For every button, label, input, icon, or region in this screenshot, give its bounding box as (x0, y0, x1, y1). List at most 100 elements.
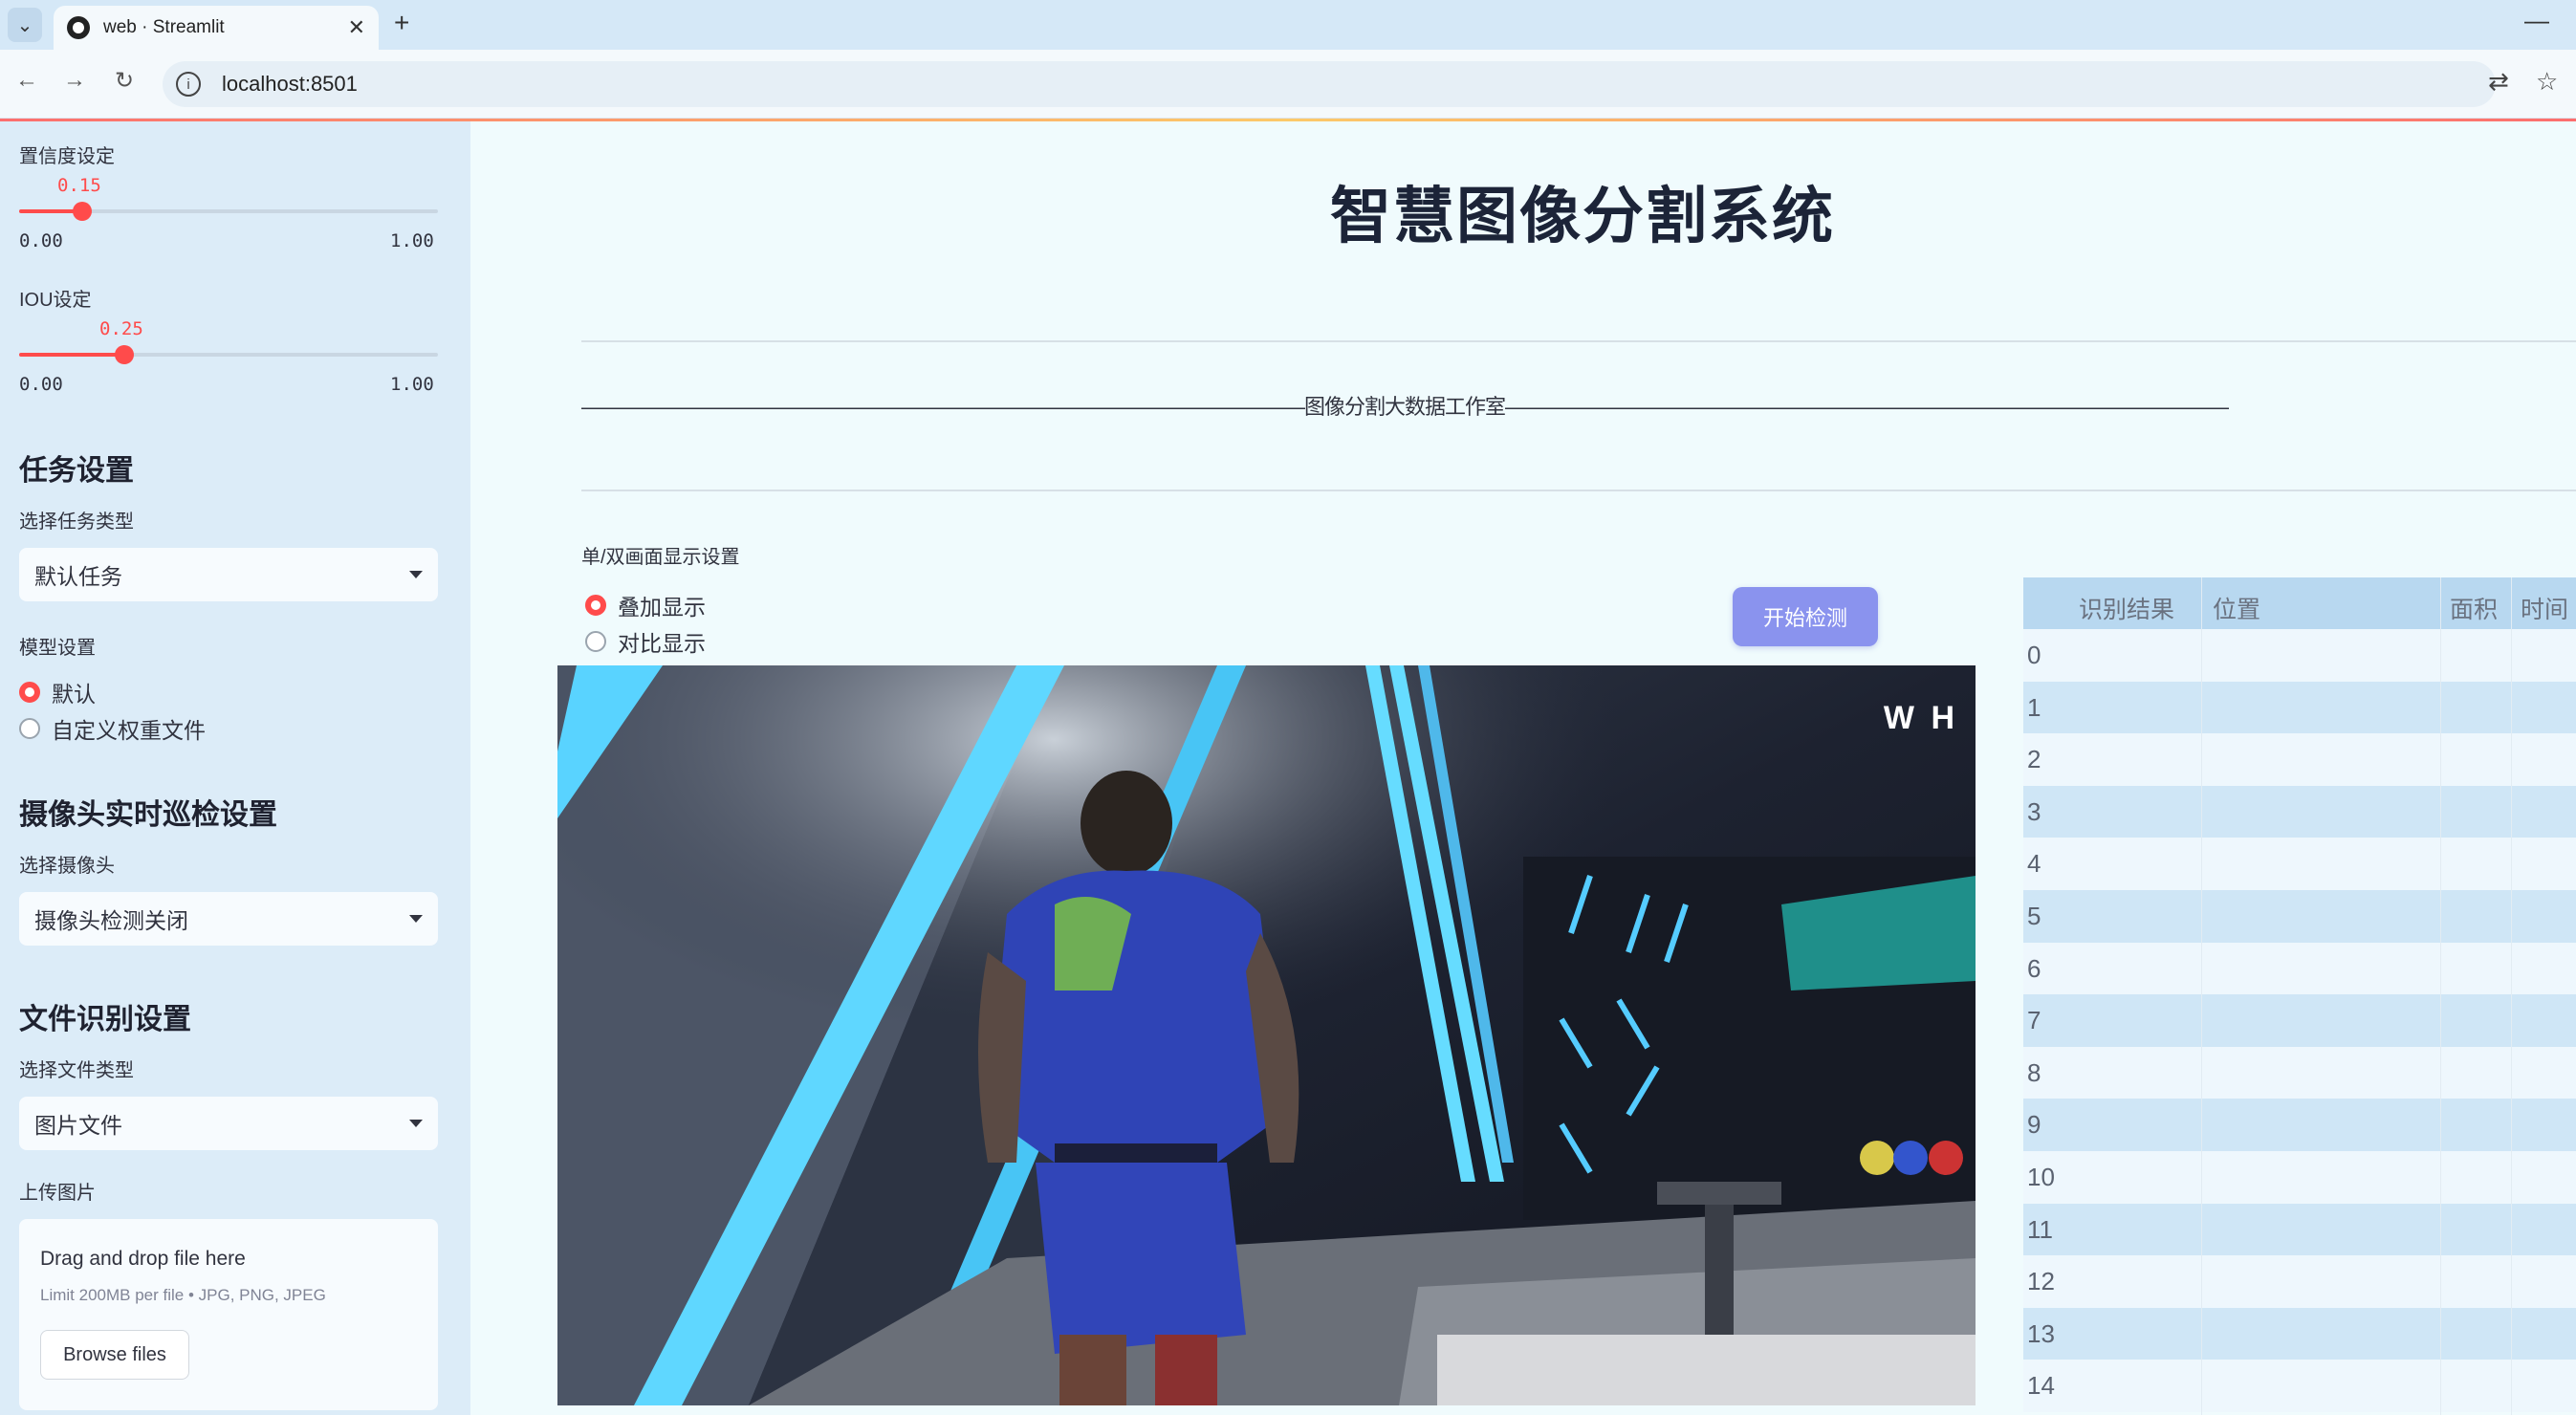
upload-label: 上传图片 (19, 1183, 96, 1204)
model-option-default[interactable]: 默认 (19, 676, 96, 708)
confidence-slider[interactable] (19, 202, 438, 221)
radio-selected-icon[interactable] (19, 682, 40, 703)
table-row[interactable]: 14 (2023, 1360, 2576, 1412)
chevron-down-icon (409, 915, 423, 923)
model-settings-label: 模型设置 (19, 638, 96, 659)
table-row[interactable]: 0 (2023, 629, 2576, 682)
translate-icon[interactable]: ⇄ (2488, 67, 2509, 97)
task-type-label: 选择任务类型 (19, 512, 134, 533)
radio-selected-icon[interactable] (585, 595, 606, 616)
browse-files-button[interactable]: Browse files (40, 1330, 189, 1380)
iou-label: IOU设定 (19, 290, 92, 311)
table-row[interactable]: 2 (2023, 733, 2576, 786)
table-row[interactable]: 5 (2023, 890, 2576, 943)
table-header: 识别结果 位置 面积 时间 (2023, 577, 2576, 629)
tab-title: web · Streamlit (103, 17, 225, 37)
confidence-min: 0.00 (19, 230, 63, 251)
iou-slider[interactable] (19, 345, 438, 364)
table-row[interactable]: 8 (2023, 1046, 2576, 1099)
column-divider (2201, 577, 2202, 1415)
browser-tab[interactable]: web · Streamlit ✕ (54, 6, 379, 50)
confidence-value: 0.15 (57, 175, 101, 196)
radio-unselected-icon[interactable] (19, 718, 40, 739)
camera-settings-heading: 摄像头实时巡检设置 (19, 799, 277, 831)
bookmark-star-icon[interactable]: ☆ (2536, 67, 2558, 97)
task-settings-heading: 任务设置 (19, 455, 134, 487)
forward-arrow-icon[interactable]: → (63, 67, 86, 94)
model-option-custom-label: 自定义权重文件 (52, 718, 206, 743)
display-option-compare[interactable]: 对比显示 (585, 625, 706, 658)
table-row[interactable]: 10 (2023, 1151, 2576, 1204)
table-row[interactable]: 7 (2023, 994, 2576, 1047)
confidence-label: 置信度设定 (19, 146, 115, 167)
page-title: 智慧图像分割系统 (1330, 182, 1835, 250)
column-header-result[interactable]: 识别结果 (2079, 591, 2174, 625)
task-type-value: 默认任务 (34, 564, 122, 589)
url-field[interactable]: i localhost:8501 (163, 61, 2496, 107)
row-index: 6 (2027, 953, 2041, 983)
weightlifting-scene-image (557, 665, 1976, 1405)
new-tab-icon[interactable]: + (394, 8, 409, 38)
start-detection-button[interactable]: 开始检测 (1733, 587, 1878, 646)
iou-slider-handle[interactable] (114, 345, 134, 364)
model-option-custom[interactable]: 自定义权重文件 (19, 712, 206, 745)
row-index: 13 (2027, 1318, 2055, 1348)
radio-unselected-icon[interactable] (585, 631, 606, 652)
divider-top (581, 340, 2576, 342)
minimize-window-icon[interactable]: — (2524, 6, 2549, 35)
file-type-value: 图片文件 (34, 1113, 122, 1138)
row-index: 12 (2027, 1267, 2055, 1296)
video-watermark: W H (1883, 700, 1958, 736)
back-arrow-icon[interactable]: ← (15, 67, 38, 94)
address-bar: ← → ↻ i localhost:8501 ⇄ ☆ (0, 50, 2576, 119)
confidence-max: 1.00 (390, 230, 434, 251)
file-type-select[interactable]: 图片文件 (19, 1097, 438, 1150)
chevron-down-icon (409, 571, 423, 578)
file-uploader-dropzone[interactable]: Drag and drop file here Limit 200MB per … (19, 1219, 438, 1410)
display-option-overlay-label: 叠加显示 (618, 595, 706, 620)
row-index: 7 (2027, 1006, 2041, 1035)
column-divider (2440, 577, 2441, 1415)
row-index: 1 (2027, 692, 2041, 722)
camera-select-value: 摄像头检测关闭 (34, 908, 188, 933)
tab-list-icon[interactable]: ⌄ (8, 8, 42, 42)
row-index: 10 (2027, 1163, 2055, 1191)
camera-select-label: 选择摄像头 (19, 856, 115, 877)
task-type-select[interactable]: 默认任务 (19, 548, 438, 601)
reload-icon[interactable]: ↻ (115, 67, 134, 95)
iou-min: 0.00 (19, 374, 63, 395)
column-header-area[interactable]: 面积 (2450, 591, 2498, 625)
table-row[interactable]: 1 (2023, 681, 2576, 734)
row-index: 4 (2027, 849, 2041, 879)
table-row[interactable]: 9 (2023, 1099, 2576, 1151)
table-row[interactable]: 13 (2023, 1307, 2576, 1361)
row-index: 2 (2027, 745, 2041, 774)
table-row[interactable]: 4 (2023, 838, 2576, 890)
table-row[interactable]: 12 (2023, 1255, 2576, 1308)
site-info-icon[interactable]: i (176, 72, 201, 97)
close-tab-icon[interactable]: ✕ (348, 15, 365, 40)
dropzone-text: Drag and drop file here (40, 1248, 246, 1270)
table-row[interactable]: 6 (2023, 942, 2576, 995)
table-row[interactable]: 3 (2023, 785, 2576, 838)
confidence-slider-handle[interactable] (72, 202, 92, 221)
row-index: 11 (2027, 1214, 2053, 1244)
table-row[interactable]: 11 (2023, 1203, 2576, 1256)
results-table[interactable]: 识别结果 位置 面积 时间 0 1 2 3 4 5 6 7 8 9 10 11 12 13 14 (2023, 577, 2576, 1415)
display-mode-label: 单/双画面显示设置 (581, 547, 740, 568)
model-option-default-label: 默认 (52, 682, 96, 707)
camera-select[interactable]: 摄像头检测关闭 (19, 892, 438, 946)
column-header-position[interactable]: 位置 (2213, 591, 2260, 625)
file-settings-heading: 文件识别设置 (19, 1004, 191, 1035)
row-index: 3 (2027, 796, 2041, 826)
column-divider (2511, 577, 2512, 1415)
dropzone-limit-text: Limit 200MB per file • JPG, PNG, JPEG (40, 1286, 326, 1304)
iou-slider-fill (19, 353, 124, 357)
sidebar: 置信度设定 0.15 0.00 1.00 IOU设定 0.25 0.00 1.0… (0, 121, 470, 1415)
url-text: localhost:8501 (222, 72, 358, 96)
iou-value: 0.25 (99, 318, 143, 339)
divider-bottom (581, 490, 2576, 491)
display-option-overlay[interactable]: 叠加显示 (585, 589, 706, 621)
column-header-time[interactable]: 时间 (2521, 591, 2568, 625)
studio-divider-text: ————————————————————————————————————图像分割… (581, 395, 2229, 419)
